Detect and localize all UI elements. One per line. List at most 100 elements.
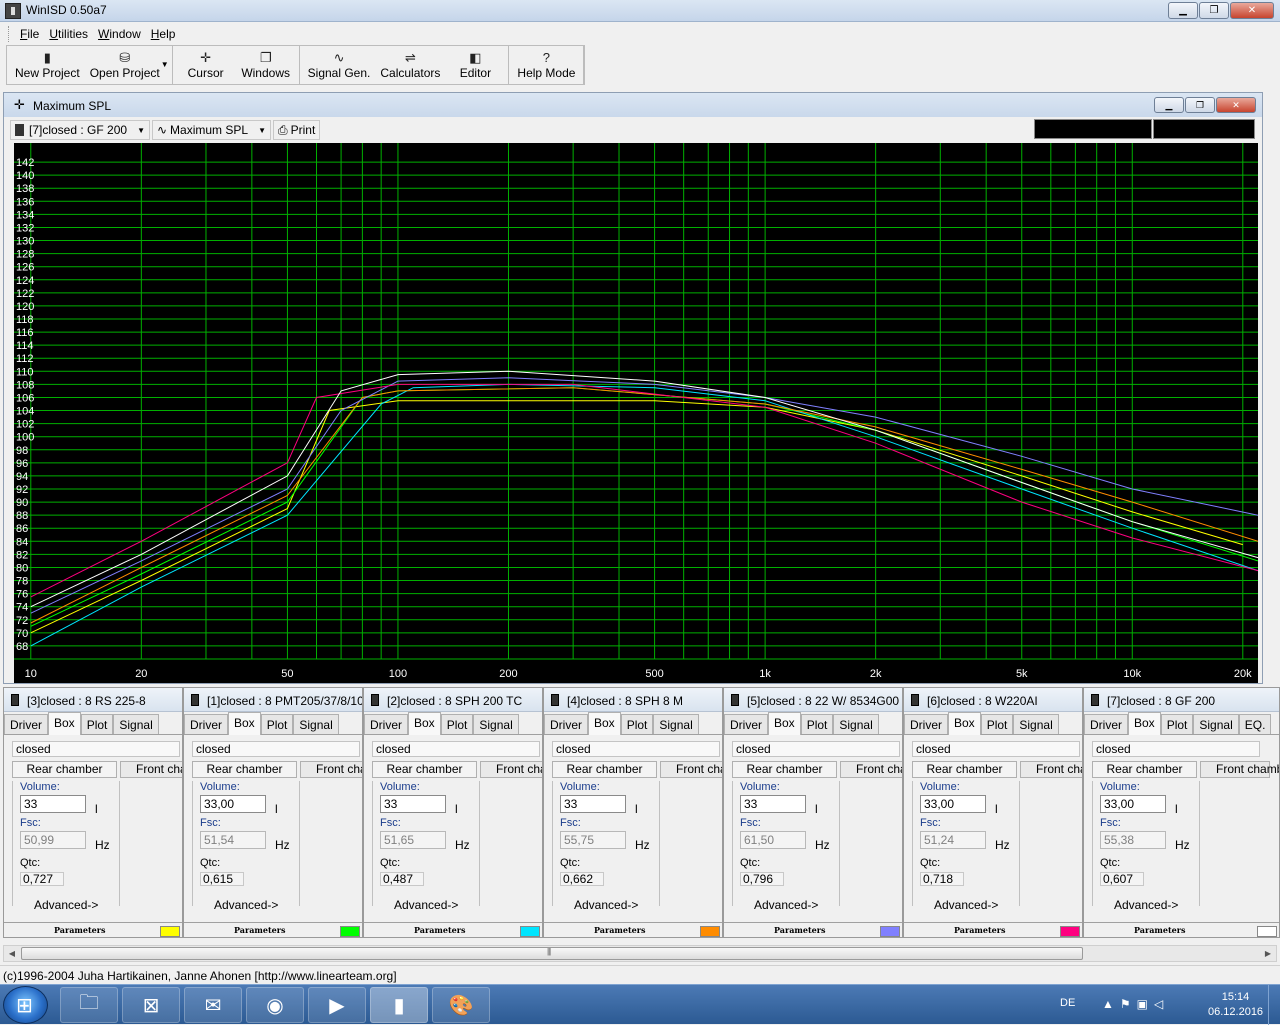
tab-signal[interactable]: Signal: [473, 714, 519, 734]
rear-chamber-tab[interactable]: Rear chamber: [912, 761, 1017, 778]
fsc-input[interactable]: 55,75: [560, 831, 626, 849]
volume-input[interactable]: 33,00: [200, 795, 266, 813]
rear-chamber-tab[interactable]: Rear chamber: [552, 761, 657, 778]
network-icon[interactable]: ⊠: [122, 987, 180, 1023]
parameters-bar[interactable]: Parameters: [724, 922, 902, 937]
tab-driver[interactable]: Driver: [1084, 714, 1128, 734]
series-color-swatch[interactable]: [1257, 926, 1277, 937]
front-chamber-tab[interactable]: Front cha: [1020, 761, 1082, 778]
fsc-input[interactable]: 50,99: [20, 831, 86, 849]
tab-driver[interactable]: Driver: [364, 714, 408, 734]
box-type-select[interactable]: closed: [12, 741, 180, 757]
tab-box[interactable]: Box: [948, 712, 981, 735]
parameters-bar[interactable]: Parameters: [1084, 922, 1279, 937]
panels-scrollbar[interactable]: ◀ ▶: [3, 945, 1277, 962]
box-type-select[interactable]: closed: [372, 741, 540, 757]
fsc-input[interactable]: 55,38: [1100, 831, 1166, 849]
volume-input[interactable]: 33: [560, 795, 626, 813]
close-button[interactable]: ✕: [1230, 2, 1274, 19]
tab-box[interactable]: Box: [228, 712, 261, 735]
cursor-button[interactable]: ✛ Cursor: [176, 46, 236, 84]
winisd-app-icon[interactable]: [5, 3, 21, 19]
graph-close-button[interactable]: ✕: [1216, 97, 1256, 113]
tab-box[interactable]: Box: [768, 712, 801, 735]
advanced-button[interactable]: Advanced->: [34, 898, 98, 912]
advanced-button[interactable]: Advanced->: [1114, 898, 1178, 912]
tray-icons[interactable]: ▲⚑▣◁: [1102, 997, 1169, 1011]
show-desktop-button[interactable]: [1268, 985, 1280, 1025]
print-button[interactable]: ⎙ Print: [273, 120, 321, 140]
fsc-input[interactable]: 51,54: [200, 831, 266, 849]
advanced-button[interactable]: Advanced->: [934, 898, 998, 912]
tab-box[interactable]: Box: [408, 712, 441, 735]
graph-minimize-button[interactable]: ▁: [1154, 97, 1184, 113]
new-project-button[interactable]: ▮ New Project: [10, 46, 85, 84]
menu-window[interactable]: Window: [93, 25, 146, 43]
scroll-left-icon[interactable]: ◀: [4, 946, 20, 961]
language-indicator[interactable]: DE: [1060, 997, 1075, 1009]
tab-eq[interactable]: EQ.: [1238, 714, 1272, 734]
signal-gen-button[interactable]: ∿ Signal Gen.: [303, 46, 376, 84]
series-color-swatch[interactable]: [160, 926, 180, 937]
open-project-dropdown-icon[interactable]: ▼: [161, 46, 169, 84]
front-chamber-tab[interactable]: Front cha: [480, 761, 542, 778]
menu-file[interactable]: File: [15, 25, 44, 43]
advanced-button[interactable]: Advanced->: [754, 898, 818, 912]
tab-box[interactable]: Box: [48, 712, 81, 735]
open-project-button[interactable]: ⛁ Open Project: [85, 46, 165, 84]
graph-restore-button[interactable]: ❐: [1185, 97, 1215, 113]
spl-graph[interactable]: 68 70 72 74 76 78 80 82 84 86 88 90 92 94 96 98 100 102 10…: [14, 143, 1258, 683]
box-type-select[interactable]: closed: [912, 741, 1080, 757]
clock[interactable]: 15:14 06.12.2016: [1208, 990, 1263, 1020]
tab-signal[interactable]: Signal: [113, 714, 159, 734]
tab-plot[interactable]: Plot: [440, 714, 474, 734]
tab-driver[interactable]: Driver: [904, 714, 948, 734]
graph-type-select[interactable]: ∿ Maximum SPL ▼: [151, 120, 271, 140]
thunderbird-icon[interactable]: ✉: [184, 987, 242, 1023]
tab-plot[interactable]: Plot: [620, 714, 654, 734]
editor-button[interactable]: ◧ Editor: [445, 46, 505, 84]
tab-box[interactable]: Box: [588, 712, 621, 735]
help-mode-button[interactable]: ? Help Mode: [512, 46, 580, 84]
restore-button[interactable]: ❐: [1199, 2, 1229, 19]
tab-driver[interactable]: Driver: [4, 714, 48, 734]
volume-input[interactable]: 33,00: [1100, 795, 1166, 813]
tab-box[interactable]: Box: [1128, 712, 1161, 735]
start-button[interactable]: [3, 986, 48, 1024]
series-color-swatch[interactable]: [880, 926, 900, 937]
project-select[interactable]: [7]closed : GF 200 ▼: [10, 120, 150, 140]
fsc-input[interactable]: 51,24: [920, 831, 986, 849]
fsc-input[interactable]: 61,50: [740, 831, 806, 849]
firefox-icon[interactable]: ◉: [246, 987, 304, 1023]
box-type-select[interactable]: closed: [1092, 741, 1260, 757]
volume-input[interactable]: 33: [20, 795, 86, 813]
front-chamber-tab[interactable]: Front cha: [300, 761, 362, 778]
tab-plot[interactable]: Plot: [800, 714, 834, 734]
parameters-bar[interactable]: Parameters: [364, 922, 542, 937]
advanced-button[interactable]: Advanced->: [394, 898, 458, 912]
box-type-select[interactable]: closed: [552, 741, 720, 757]
minimize-button[interactable]: ▁: [1168, 2, 1198, 19]
fsc-input[interactable]: 51,65: [380, 831, 446, 849]
rear-chamber-tab[interactable]: Rear chamber: [372, 761, 477, 778]
tab-signal[interactable]: Signal: [653, 714, 699, 734]
front-chamber-tab[interactable]: Front cha: [840, 761, 902, 778]
media-player-icon[interactable]: ▶: [308, 987, 366, 1023]
scroll-thumb[interactable]: [21, 947, 1083, 960]
parameters-bar[interactable]: Parameters: [904, 922, 1082, 937]
box-type-select[interactable]: closed: [192, 741, 360, 757]
tab-plot[interactable]: Plot: [1160, 714, 1194, 734]
tab-signal[interactable]: Signal: [293, 714, 339, 734]
scroll-right-icon[interactable]: ▶: [1260, 946, 1276, 961]
parameters-bar[interactable]: Parameters: [544, 922, 722, 937]
winisd-icon[interactable]: ▮: [370, 987, 428, 1023]
advanced-button[interactable]: Advanced->: [574, 898, 638, 912]
volume-input[interactable]: 33: [380, 795, 446, 813]
tab-plot[interactable]: Plot: [980, 714, 1014, 734]
tab-driver[interactable]: Driver: [724, 714, 768, 734]
menu-help[interactable]: Help: [146, 25, 181, 43]
tab-plot[interactable]: Plot: [80, 714, 114, 734]
rear-chamber-tab[interactable]: Rear chamber: [12, 761, 117, 778]
box-type-select[interactable]: closed: [732, 741, 900, 757]
menu-utilities[interactable]: Utilities: [44, 25, 93, 43]
